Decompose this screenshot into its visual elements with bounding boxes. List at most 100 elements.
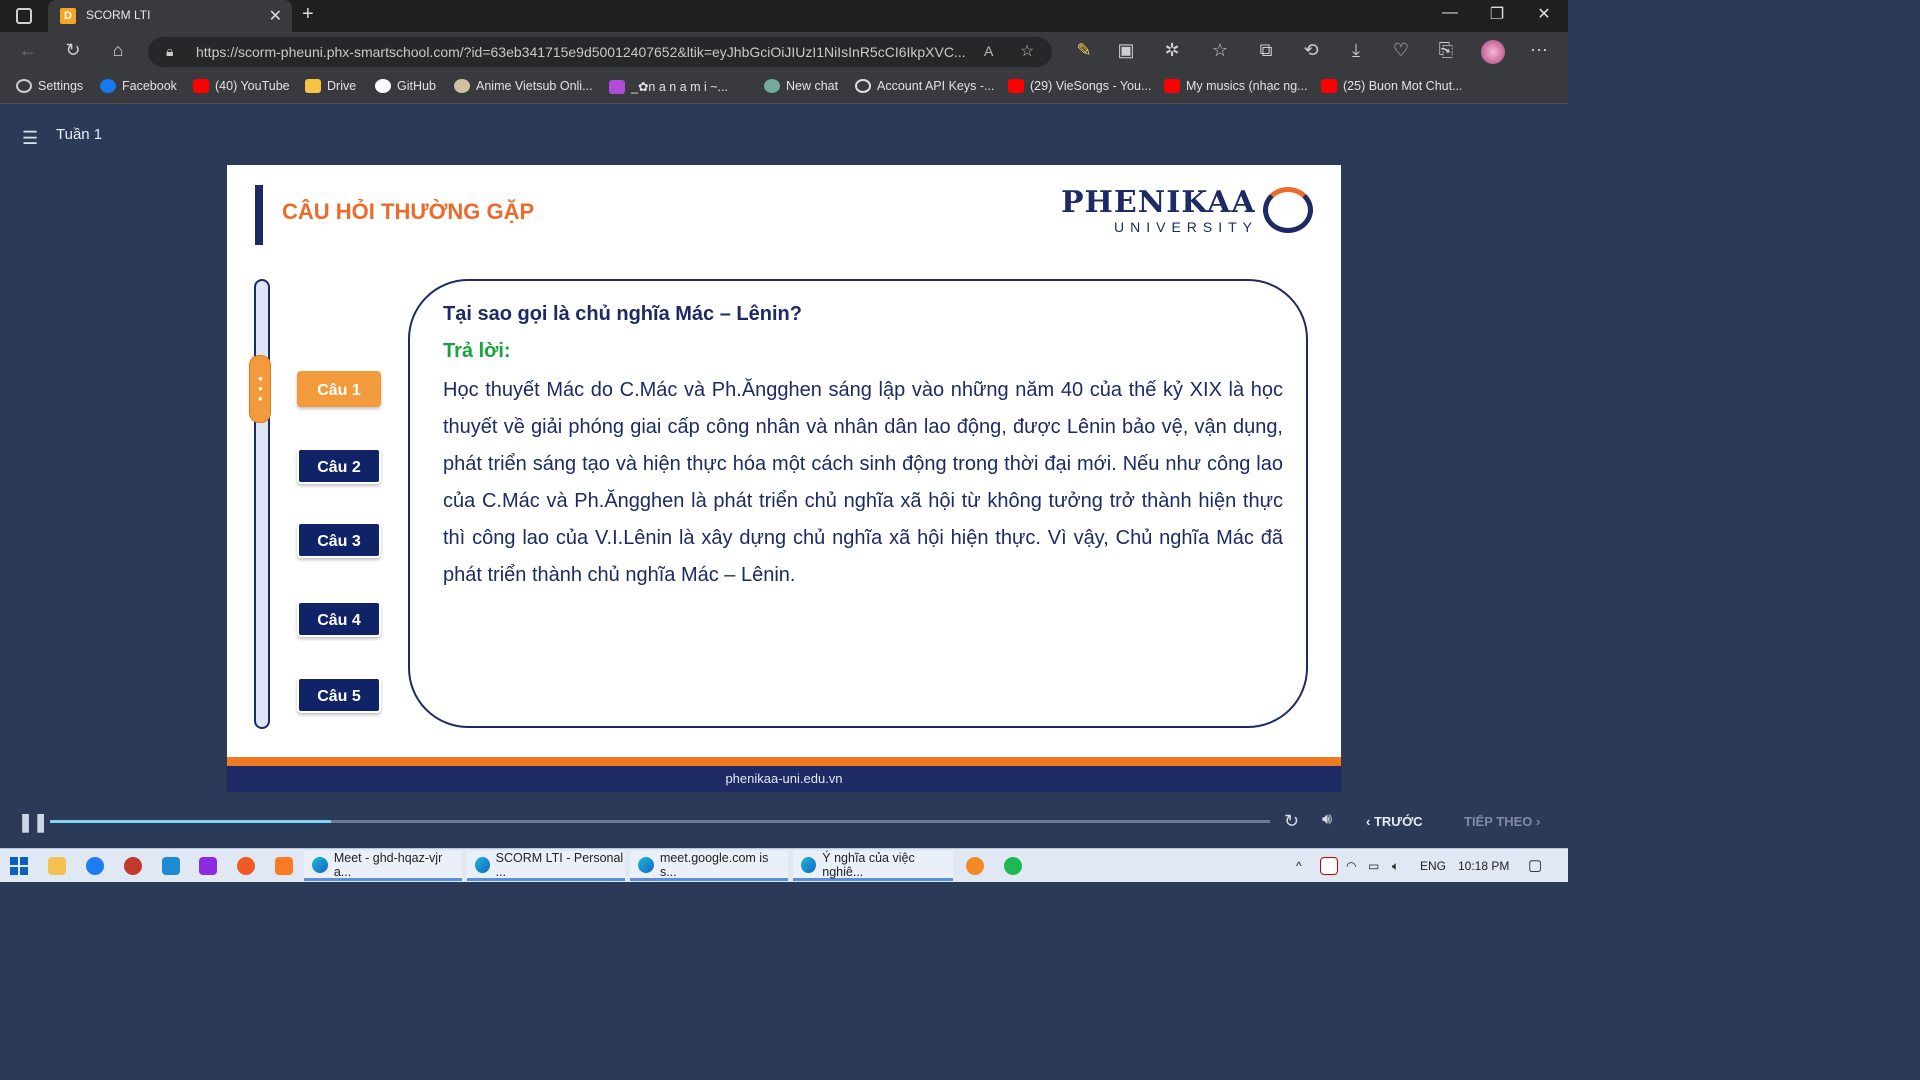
gear-icon (16, 79, 32, 93)
tab-actions-icon[interactable] (16, 8, 32, 24)
bookmark-facebook[interactable]: Facebook (100, 79, 177, 93)
refresh-icon[interactable]: ↻ (61, 40, 85, 61)
avatar[interactable] (1481, 40, 1505, 64)
spotify-icon[interactable] (1004, 857, 1022, 875)
bookmark-drive[interactable]: Drive (305, 79, 356, 93)
taskbar-app-scorm[interactable]: SCORM LTI - Personal ... (467, 851, 625, 881)
youtube-icon (1008, 79, 1024, 93)
performance-icon[interactable]: ♡ (1389, 40, 1413, 61)
question-button-2[interactable]: Câu 2 (297, 448, 381, 484)
tab-favicon-icon: D (60, 8, 76, 24)
answer-panel: Tại sao gọi là chủ nghĩa Mác – Lênin? Tr… (408, 279, 1308, 728)
bookmark-buon-mot-chut[interactable]: (25) Buon Mot Chut... (1321, 79, 1463, 93)
footer-url: phenikaa-uni.edu.vn (725, 771, 843, 786)
replay-icon[interactable]: ↻ (1284, 811, 1299, 832)
question-button-5[interactable]: Câu 5 (297, 677, 381, 713)
tray-chevron-icon[interactable]: ^ (1296, 859, 1302, 873)
question-title: Tại sao gọi là chủ nghĩa Mác – Lênin? (443, 303, 802, 325)
favorites-icon[interactable]: ☆ (1208, 40, 1232, 61)
edge-icon (475, 856, 490, 873)
menu-icon[interactable]: ☰ (22, 128, 38, 149)
bookmark-api-keys[interactable]: Account API Keys -... (855, 79, 994, 93)
restore-icon[interactable]: ❐ (1477, 4, 1517, 24)
progress-bar[interactable] (50, 820, 1270, 823)
clock[interactable]: 10:18 PM (1458, 859, 1509, 873)
home-icon[interactable]: ⌂ (106, 40, 130, 61)
bookmark-github[interactable]: GitHub (375, 79, 436, 93)
wifi-icon[interactable]: ◠ (1346, 859, 1356, 873)
more-icon[interactable]: ⋯ (1527, 40, 1551, 61)
prev-button[interactable]: ‹ TRƯỚC (1366, 814, 1423, 829)
xampp-icon[interactable] (275, 857, 293, 875)
edge-icon (638, 856, 654, 873)
vscode-icon[interactable] (162, 857, 180, 875)
github-icon (375, 79, 391, 93)
bookmark-viesongs[interactable]: (29) VieSongs - You... (1008, 79, 1151, 93)
fl-studio-icon[interactable] (966, 857, 984, 875)
question-slider-track[interactable] (254, 279, 270, 729)
notification-icon[interactable]: ▢ (1528, 856, 1542, 874)
battery-icon[interactable]: ▭ (1368, 859, 1379, 873)
jetbrains-icon[interactable] (199, 857, 217, 875)
close-window-icon[interactable]: ✕ (1524, 4, 1564, 24)
course-header: ☰ Tuần 1 (0, 104, 1568, 164)
taskbar-app-y-nghia[interactable]: Ý nghĩa của việc nghiê... (793, 851, 953, 881)
collections-icon[interactable]: ⧉ (1254, 40, 1278, 61)
postman-icon[interactable] (237, 857, 255, 875)
chatgpt-icon (764, 79, 780, 93)
tab-title: SCORM LTI (86, 8, 151, 22)
volume-icon[interactable]: 🔊︎ (1322, 811, 1332, 829)
folder-icon (305, 79, 321, 93)
edge-icon (312, 856, 328, 873)
question-button-4[interactable]: Câu 4 (297, 601, 381, 637)
grip-icon: ● ● ● (258, 374, 263, 403)
bookmark-youtube[interactable]: (40) YouTube (193, 79, 290, 93)
next-button[interactable]: TIẾP THEO › (1464, 814, 1540, 829)
zalo-icon[interactable] (86, 857, 104, 875)
browser-tab[interactable]: D SCORM LTI ✕ (48, 0, 292, 32)
download-icon[interactable]: ⤓ (1344, 40, 1368, 61)
game-icon[interactable] (124, 857, 142, 875)
windows-taskbar: Meet - ghd-hqaz-vjr a... SCORM LTI - Per… (0, 848, 1568, 882)
bookmarks-bar: Settings Facebook (40) YouTube Drive Git… (0, 72, 1568, 104)
title-accent-bar (255, 185, 263, 245)
question-button-1[interactable]: Câu 1 (297, 371, 381, 407)
question-slider-thumb[interactable]: ● ● ● (249, 355, 271, 423)
youtube-icon (1164, 79, 1180, 93)
youtube-icon (193, 79, 209, 93)
windows-start-icon[interactable] (10, 857, 28, 875)
logo-ring-icon (1263, 187, 1313, 233)
minimize-icon[interactable]: — (1430, 4, 1470, 22)
address-bar[interactable]: 🔒︎ https://scorm-pheuni.phx-smartschool.… (148, 37, 1052, 67)
bookmark-new-chat[interactable]: New chat (764, 79, 838, 93)
screenshot-icon[interactable]: ⎘ (1434, 40, 1458, 61)
anime-icon (454, 79, 470, 93)
profile-ext-icon[interactable]: ▣ (1114, 40, 1138, 61)
logo-subtitle: UNIVERSITY (1114, 219, 1259, 235)
browser-titlebar: D SCORM LTI ✕ + — ❐ ✕ (0, 0, 1568, 32)
favorite-star-icon[interactable]: ☆ (1020, 41, 1034, 61)
extension-icon[interactable]: ✎ (1072, 40, 1096, 61)
question-button-3[interactable]: Câu 3 (297, 522, 381, 558)
file-explorer-icon[interactable] (48, 857, 66, 875)
language-indicator[interactable]: ENG (1420, 859, 1446, 873)
week-title: Tuần 1 (56, 126, 103, 143)
antivirus-icon[interactable] (1320, 857, 1338, 875)
new-tab-icon[interactable]: + (302, 3, 314, 26)
bookmark-nanami[interactable]: _✿n a n a m i ~... (609, 79, 728, 94)
taskbar-app-meet[interactable]: Meet - ghd-hqaz-vjr a... (304, 851, 462, 881)
bookmark-my-musics[interactable]: My musics (nhạc ng... (1164, 79, 1308, 93)
answer-text: Học thuyết Mác do C.Mác và Ph.Ăngghen sá… (443, 379, 1283, 586)
back-icon[interactable]: ← (16, 40, 40, 61)
speaker-icon[interactable]: 🔈︎ (1392, 859, 1399, 874)
progress-fill (50, 820, 331, 823)
pause-icon[interactable]: ❚❚ (18, 812, 48, 833)
history-icon[interactable]: ⟲ (1299, 40, 1323, 61)
read-aloud-icon[interactable]: A (984, 43, 993, 59)
bookmark-anime[interactable]: Anime Vietsub Onli... (454, 79, 593, 93)
bookmark-settings[interactable]: Settings (16, 79, 83, 93)
extensions-puzzle-icon[interactable]: ✲ (1160, 40, 1184, 61)
url-text[interactable]: https://scorm-pheuni.phx-smartschool.com… (196, 44, 976, 60)
close-tab-icon[interactable]: ✕ (269, 6, 282, 26)
taskbar-app-meet-google[interactable]: meet.google.com is s... (630, 851, 788, 881)
